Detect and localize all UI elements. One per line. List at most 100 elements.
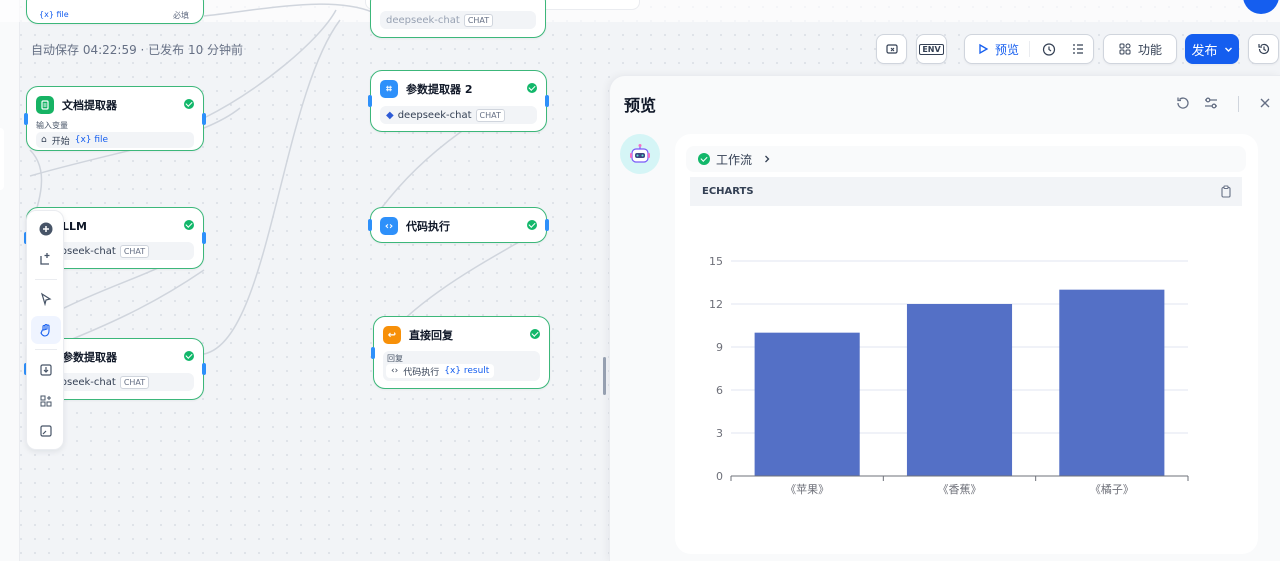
success-check-icon — [184, 351, 194, 361]
preview-label: 预览 — [995, 42, 1020, 57]
node-param-extractor-2[interactable]: ⌗ 参数提取器 2 ◆ deepseek-chat CHAT — [368, 70, 549, 132]
var-source: 代码执行 — [403, 367, 440, 378]
deepseek-logo-icon: ◆ — [386, 109, 394, 121]
start-var-file: {x} file — [39, 10, 69, 19]
add-note-button[interactable] — [31, 245, 61, 273]
minimap-button[interactable] — [31, 417, 61, 445]
workflow-status-chip[interactable]: 工作流 — [686, 146, 1246, 172]
node-port-in[interactable] — [368, 95, 372, 107]
bar — [754, 332, 860, 476]
partial-model-name: deepseek-chat — [386, 14, 460, 26]
input-var-label: 输入变量 — [36, 121, 68, 130]
workflow-label: 工作流 — [716, 152, 753, 167]
copy-icon[interactable] — [1220, 185, 1232, 198]
chat-tag: CHAT — [119, 244, 150, 258]
features-icon — [1119, 43, 1131, 55]
features-button[interactable]: 功能 — [1103, 34, 1177, 64]
node-port-out[interactable] — [202, 232, 206, 244]
input-var-row: ⌂ 开始 {x} file — [36, 132, 194, 148]
robot-icon — [630, 144, 650, 163]
restart-icon[interactable] — [1175, 95, 1191, 111]
success-check-icon — [527, 220, 537, 230]
panel-resize-handle[interactable] — [603, 357, 606, 395]
autosave-status: 自动保存 04:22:59 · 已发布 10 分钟前 — [31, 43, 244, 57]
echarts-label: ECHARTS — [702, 186, 754, 197]
add-node-button[interactable] — [31, 215, 61, 243]
code-icon: ‹› — [391, 366, 399, 376]
reply-var-chip: ‹› 代码执行 {x} result — [386, 364, 495, 378]
success-check-icon — [184, 220, 194, 230]
hand-mode-button[interactable] — [31, 316, 61, 344]
y-tick-label: 3 — [716, 427, 723, 440]
node-port-out[interactable] — [202, 363, 206, 375]
history-run-icon — [1042, 42, 1056, 56]
checklist-icon — [1073, 44, 1083, 54]
screen-edit-icon — [885, 44, 898, 54]
minimap-icon — [40, 425, 52, 437]
bar — [906, 304, 1013, 476]
y-tick-label: 12 — [709, 298, 723, 311]
partial-chat-tag: CHAT — [463, 13, 494, 27]
success-check-icon — [184, 99, 194, 109]
reply-icon: ↩ — [383, 326, 401, 344]
organize-nodes-button[interactable] — [31, 387, 61, 415]
reply-label: 回复 — [387, 354, 403, 363]
chevron-down-icon — [1224, 47, 1232, 52]
node-code-exec[interactable]: ‹› 代码执行 — [368, 207, 549, 243]
export-image-button[interactable] — [31, 356, 61, 384]
node-doc-extractor[interactable]: 文档提取器 输入变量 ⌂ 开始 {x} file — [24, 86, 206, 151]
node-port-out[interactable] — [202, 112, 206, 125]
node-start-partial[interactable]: {x} file 必填 — [26, 0, 204, 24]
preview-button[interactable]: 预览 — [964, 34, 1094, 64]
x-tick-label: 《香蕉》 — [938, 483, 982, 496]
bot-message-card: 工作流 ECHARTS 0 3 6 9 12 15 《苹果》 《香蕉》 《橘子》 — [675, 134, 1258, 554]
node-title: 直接回复 — [409, 329, 453, 342]
node-port-in[interactable] — [24, 112, 28, 125]
history-icon — [1257, 43, 1269, 55]
close-icon[interactable] — [1257, 95, 1273, 111]
publish-button[interactable]: 发布 — [1185, 34, 1239, 64]
success-check-icon — [698, 153, 710, 165]
node-port-in[interactable] — [368, 219, 372, 231]
y-tick-label: 9 — [716, 341, 723, 354]
grid-layout-icon — [40, 395, 52, 407]
node-title: 代码执行 — [406, 220, 450, 233]
cursor-icon — [40, 292, 52, 306]
divider — [1029, 41, 1030, 57]
node-title: LLM — [62, 219, 87, 233]
rollback-button[interactable] — [876, 34, 907, 64]
chat-tag: CHAT — [475, 108, 505, 122]
bot-avatar — [620, 134, 660, 174]
success-check-icon — [527, 83, 537, 93]
publish-label: 发布 — [1191, 43, 1218, 59]
hand-icon — [40, 323, 50, 337]
x-tick-label: 《苹果》 — [785, 482, 829, 496]
chat-tag: CHAT — [119, 375, 150, 389]
y-tick-label: 6 — [716, 384, 723, 397]
preview-panel: 预览 工作流 ECHARTS 0 3 6 9 12 15 《苹果》 《香蕉》 《橘子》 — [609, 75, 1280, 561]
code-icon: ‹› — [380, 217, 398, 235]
chevron-right-icon — [765, 155, 770, 163]
node-port-out[interactable] — [545, 95, 549, 107]
pointer-mode-button[interactable] — [31, 285, 61, 313]
var-ref: {x} result — [444, 366, 490, 376]
y-tick-label: 15 — [709, 255, 723, 268]
node-param-extractor-1-partial[interactable]: deepseek-chat CHAT — [370, 0, 546, 38]
reply-content-box: 回复 ‹› 代码执行 {x} result — [383, 351, 540, 381]
features-label: 功能 — [1137, 42, 1162, 57]
model-row: ◆ deepseek-chat CHAT — [380, 106, 537, 124]
settings-sliders-icon[interactable] — [1203, 95, 1219, 111]
success-check-icon — [530, 329, 540, 339]
model-name: deepseek-chat — [397, 109, 472, 121]
version-history-button[interactable] — [1248, 34, 1279, 64]
x-tick-label: 《橘子》 — [1090, 483, 1134, 496]
node-port-in[interactable] — [371, 346, 375, 359]
plus-circle-icon — [39, 222, 53, 236]
canvas-toolbar — [26, 210, 64, 450]
env-button[interactable]: ENV — [916, 34, 947, 64]
node-port-out[interactable] — [545, 219, 549, 231]
node-direct-reply[interactable]: ↩ 直接回复 回复 ‹› 代码执行 {x} result — [371, 316, 550, 389]
env-icon: ENV — [919, 43, 944, 55]
bar-chart: 0 3 6 9 12 15 《苹果》 《香蕉》 《橘子》 — [709, 255, 1189, 496]
node-title: 参数提取器 — [62, 351, 117, 364]
